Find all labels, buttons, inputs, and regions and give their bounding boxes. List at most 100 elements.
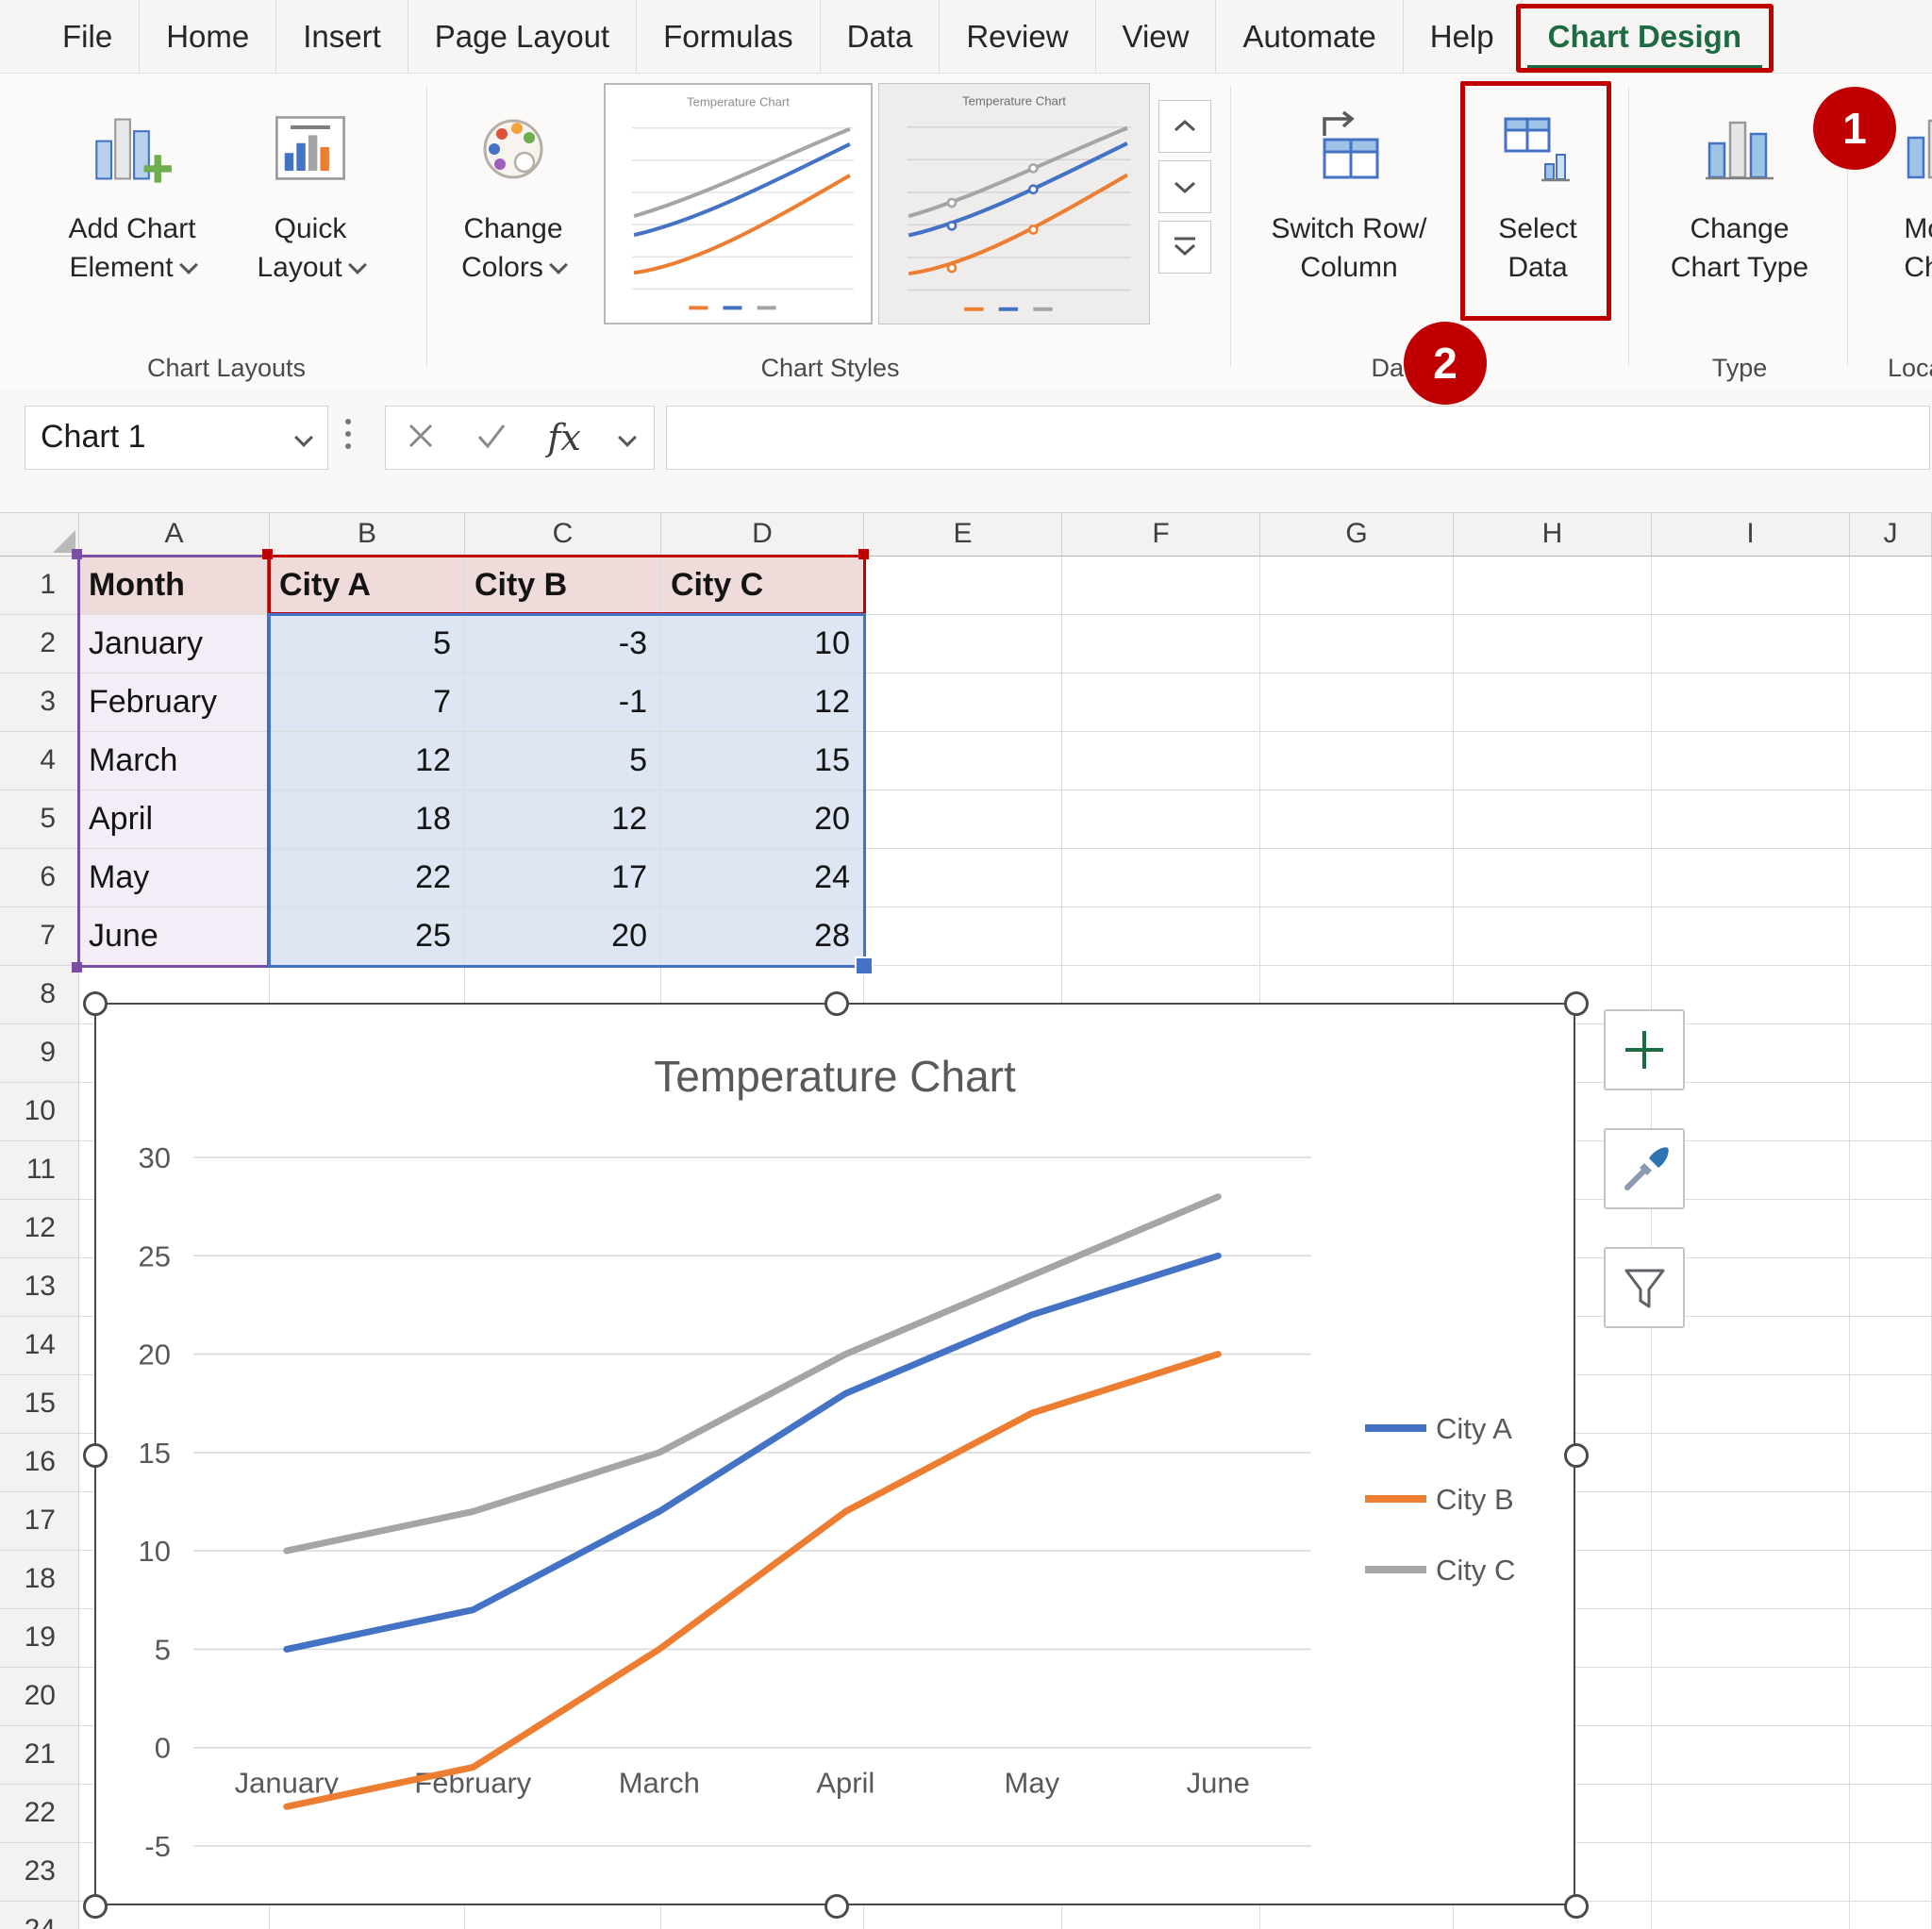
row-header-23[interactable]: 23 [0, 1843, 79, 1902]
cell-I4[interactable] [1652, 732, 1850, 790]
row-header-13[interactable]: 13 [0, 1258, 79, 1317]
cell-I22[interactable] [1652, 1785, 1850, 1843]
chart-styles-button[interactable] [1604, 1128, 1685, 1209]
cell-F5[interactable] [1062, 790, 1260, 849]
cell-D6[interactable]: 24 [661, 849, 864, 907]
formula-input[interactable] [666, 406, 1930, 470]
cell-A6[interactable]: May [79, 849, 270, 907]
cell-H2[interactable] [1454, 615, 1652, 673]
column-header-h[interactable]: H [1454, 513, 1652, 557]
row-header-12[interactable]: 12 [0, 1200, 79, 1258]
chevron-down-icon[interactable] [618, 428, 637, 447]
cell-B1[interactable]: City A [270, 557, 465, 615]
formula-bar-drag-dots[interactable] [343, 417, 353, 456]
cell-J22[interactable] [1850, 1785, 1932, 1843]
cell-J12[interactable] [1850, 1200, 1932, 1258]
cell-D7[interactable]: 28 [661, 907, 864, 966]
row-header-18[interactable]: 18 [0, 1551, 79, 1609]
cell-A7[interactable]: June [79, 907, 270, 966]
chart-resize-handle[interactable] [824, 1894, 849, 1919]
cell-J9[interactable] [1850, 1024, 1932, 1083]
cell-F4[interactable] [1062, 732, 1260, 790]
chart-resize-handle[interactable] [1564, 1443, 1589, 1468]
cell-H4[interactable] [1454, 732, 1652, 790]
cell-I1[interactable] [1652, 557, 1850, 615]
selection-handle[interactable] [858, 549, 869, 559]
cell-J8[interactable] [1850, 966, 1932, 1024]
cell-B5[interactable]: 18 [270, 790, 465, 849]
ribbon-tab-file[interactable]: File [36, 0, 139, 73]
cell-E2[interactable] [864, 615, 1062, 673]
row-header-5[interactable]: 5 [0, 790, 79, 849]
cell-I16[interactable] [1652, 1434, 1850, 1492]
chart-resize-handle[interactable] [824, 991, 849, 1016]
row-header-11[interactable]: 11 [0, 1141, 79, 1200]
chart-resize-handle[interactable] [1564, 1894, 1589, 1919]
column-header-f[interactable]: F [1062, 513, 1260, 557]
chart-resize-handle[interactable] [83, 1443, 108, 1468]
ribbon-tab-insert[interactable]: Insert [275, 0, 408, 73]
row-header-24[interactable]: 24 [0, 1902, 79, 1929]
cell-J3[interactable] [1850, 673, 1932, 732]
row-header-7[interactable]: 7 [0, 907, 79, 966]
temperature-chart[interactable]: Temperature Chart-5051015202530JanuaryFe… [94, 1003, 1575, 1905]
cell-B6[interactable]: 22 [270, 849, 465, 907]
cell-J13[interactable] [1850, 1258, 1932, 1317]
cell-J1[interactable] [1850, 557, 1932, 615]
chart-elements-button[interactable] [1604, 1009, 1685, 1090]
cell-J2[interactable] [1850, 615, 1932, 673]
gallery-scroll-down-button[interactable] [1158, 160, 1211, 213]
cell-H6[interactable] [1454, 849, 1652, 907]
cell-J6[interactable] [1850, 849, 1932, 907]
change-chart-type-button[interactable]: Change Chart Type [1643, 89, 1836, 341]
row-header-8[interactable]: 8 [0, 966, 79, 1024]
cell-G4[interactable] [1260, 732, 1454, 790]
chart-style-thumbnail-2[interactable]: Temperature Chart [878, 83, 1150, 324]
selection-handle[interactable] [72, 962, 82, 973]
cell-I6[interactable] [1652, 849, 1850, 907]
switch-row-column-button[interactable]: Switch Row/ Column [1241, 89, 1457, 341]
cell-J21[interactable] [1850, 1726, 1932, 1785]
gallery-scroll-up-button[interactable] [1158, 100, 1211, 153]
cell-A5[interactable]: April [79, 790, 270, 849]
insert-function-icon[interactable]: fx [547, 417, 581, 458]
cell-J24[interactable] [1850, 1902, 1932, 1929]
cell-J11[interactable] [1850, 1141, 1932, 1200]
cell-D4[interactable]: 15 [661, 732, 864, 790]
row-header-20[interactable]: 20 [0, 1668, 79, 1726]
column-header-a[interactable]: A [79, 513, 270, 557]
cell-J16[interactable] [1850, 1434, 1932, 1492]
cell-J18[interactable] [1850, 1551, 1932, 1609]
cell-I18[interactable] [1652, 1551, 1850, 1609]
chart-resize-handle[interactable] [83, 991, 108, 1016]
cell-H1[interactable] [1454, 557, 1652, 615]
cell-J20[interactable] [1850, 1668, 1932, 1726]
select-all-corner[interactable] [0, 513, 79, 557]
cell-G5[interactable] [1260, 790, 1454, 849]
chart-filters-button[interactable] [1604, 1247, 1685, 1328]
cell-F6[interactable] [1062, 849, 1260, 907]
cancel-icon[interactable] [406, 421, 436, 456]
change-colors-button[interactable]: Change Colors [438, 89, 589, 341]
cell-C5[interactable]: 12 [465, 790, 661, 849]
cell-H7[interactable] [1454, 907, 1652, 966]
cell-E6[interactable] [864, 849, 1062, 907]
cell-J14[interactable] [1850, 1317, 1932, 1375]
chevron-down-icon[interactable] [294, 428, 313, 447]
selection-handle[interactable] [72, 549, 82, 559]
chart-resize-handle[interactable] [1564, 991, 1589, 1016]
ribbon-tab-data[interactable]: Data [820, 0, 940, 73]
cell-F7[interactable] [1062, 907, 1260, 966]
row-header-22[interactable]: 22 [0, 1785, 79, 1843]
ribbon-tab-automate[interactable]: Automate [1215, 0, 1402, 73]
cell-I19[interactable] [1652, 1609, 1850, 1668]
row-header-4[interactable]: 4 [0, 732, 79, 790]
cell-J5[interactable] [1850, 790, 1932, 849]
ribbon-tab-view[interactable]: View [1095, 0, 1216, 73]
cell-J10[interactable] [1850, 1083, 1932, 1141]
column-header-j[interactable]: J [1850, 513, 1932, 557]
row-header-19[interactable]: 19 [0, 1609, 79, 1668]
cell-C4[interactable]: 5 [465, 732, 661, 790]
cell-D2[interactable]: 10 [661, 615, 864, 673]
ribbon-tab-home[interactable]: Home [139, 0, 275, 73]
